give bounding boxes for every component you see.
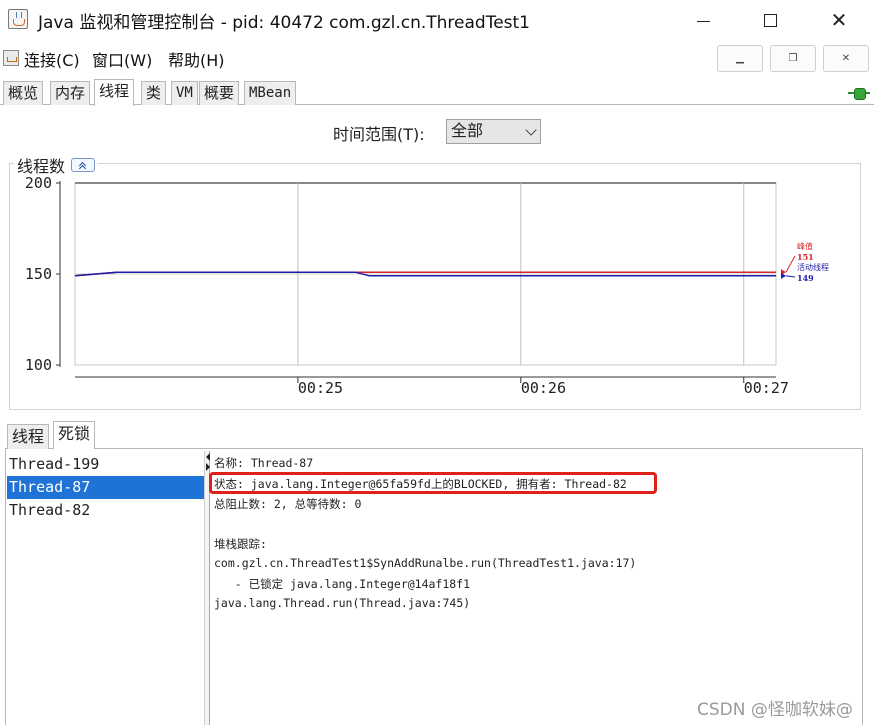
frame-restore-button[interactable]: ❐ xyxy=(770,45,816,72)
y-tick-label: 200 xyxy=(25,174,52,192)
stack-frame: java.lang.Thread.run(Thread.java:745) xyxy=(214,596,471,610)
minimize-icon: ▁ xyxy=(736,53,744,64)
restore-icon: ❐ xyxy=(788,53,798,64)
tab-overview[interactable]: 概览 xyxy=(3,81,44,105)
thread-list-item[interactable]: Thread-82 xyxy=(7,499,204,522)
annotation-highlight-box xyxy=(209,472,657,494)
frame-minimize-button[interactable]: ▁ xyxy=(717,45,763,72)
thread-list-item[interactable]: Thread-87 xyxy=(7,476,204,499)
window-title: Java 监视和管理控制台 - pid: 40472 com.gzl.cn.Th… xyxy=(38,13,530,33)
collapse-chart-button[interactable] xyxy=(71,158,96,172)
peak-value-label: 151 xyxy=(797,252,814,262)
time-range-label: 时间范围(T): xyxy=(333,125,425,144)
menu-bar: 连接(C) 窗口(W) 帮助(H) xyxy=(0,46,700,72)
live-threads-value-label: 149 xyxy=(797,273,814,283)
tab-threads[interactable]: 线程 xyxy=(94,79,135,106)
tab-mbean[interactable]: MBean xyxy=(244,81,297,105)
watermark: CSDN @怪咖软妹@ xyxy=(697,700,853,720)
expand-right-icon[interactable] xyxy=(206,463,210,471)
y-tick-label: 150 xyxy=(25,265,52,283)
live-threads-legend-label: 活动线程 xyxy=(797,262,829,272)
x-tick-label: 00:27 xyxy=(744,379,789,397)
live-threads-marker xyxy=(781,272,786,279)
minimize-window-button[interactable] xyxy=(674,0,732,40)
stack-trace-header: 堆栈跟踪: xyxy=(214,537,267,551)
close-window-button[interactable]: ✕ xyxy=(810,0,868,40)
time-range-value: 全部 xyxy=(451,121,484,140)
blocked-count-line: 总阻止数: 2, 总等待数: 0 xyxy=(214,497,362,511)
connection-status-icon xyxy=(848,88,870,100)
menu-window[interactable]: 窗口(W) xyxy=(92,47,152,71)
menu-connect[interactable]: 连接(C) xyxy=(24,47,80,71)
stack-frame: com.gzl.cn.ThreadTest1$SynAddRunalbe.run… xyxy=(214,556,637,570)
maximize-window-button[interactable] xyxy=(741,0,799,40)
tab-vm-summary[interactable]: 概要 xyxy=(199,81,240,105)
thread-list-item[interactable]: Thread-199 xyxy=(7,453,204,476)
title-bar: Java 监视和管理控制台 - pid: 40472 com.gzl.cn.Th… xyxy=(0,0,874,40)
minimize-icon xyxy=(696,20,710,22)
deadlock-thread-list: Thread-199 Thread-87 Thread-82 xyxy=(7,453,204,725)
tab-deadlock[interactable]: 死锁 xyxy=(53,421,96,449)
collapse-left-icon[interactable] xyxy=(206,453,210,461)
chevron-down-icon xyxy=(525,124,537,136)
time-range-select[interactable]: 全部 xyxy=(446,119,541,144)
x-tick-label: 00:25 xyxy=(298,379,343,397)
internal-frame-icon[interactable] xyxy=(3,50,19,66)
stack-frame: - 已锁定 java.lang.Integer@14af18f1 xyxy=(214,577,471,591)
peak-leader-line xyxy=(785,255,796,273)
live-threads-leader-line xyxy=(785,275,796,278)
close-icon: ✕ xyxy=(830,8,848,32)
menu-help[interactable]: 帮助(H) xyxy=(168,47,225,71)
main-tab-strip: 概览 内存 线程 类 VM 概要 MBean xyxy=(0,79,874,106)
y-tick-label: 100 xyxy=(25,356,52,374)
thread-name-line: 名称: Thread-87 xyxy=(214,456,314,470)
tab-thread-list[interactable]: 线程 xyxy=(7,424,50,449)
thread-count-chart: 100 150 200 00:25 00:26 00:27 峰值151活动线程149 xyxy=(25,174,829,397)
java-app-icon xyxy=(8,9,28,29)
close-icon: ✕ xyxy=(841,53,851,64)
tab-classes[interactable]: 类 xyxy=(141,81,167,105)
x-tick-label: 00:26 xyxy=(521,379,566,397)
maximize-icon xyxy=(763,13,777,27)
tab-vm[interactable]: VM xyxy=(171,81,198,105)
tab-memory[interactable]: 内存 xyxy=(50,81,91,105)
frame-close-button[interactable]: ✕ xyxy=(823,45,869,72)
peak-legend-label: 峰值 xyxy=(797,241,813,251)
